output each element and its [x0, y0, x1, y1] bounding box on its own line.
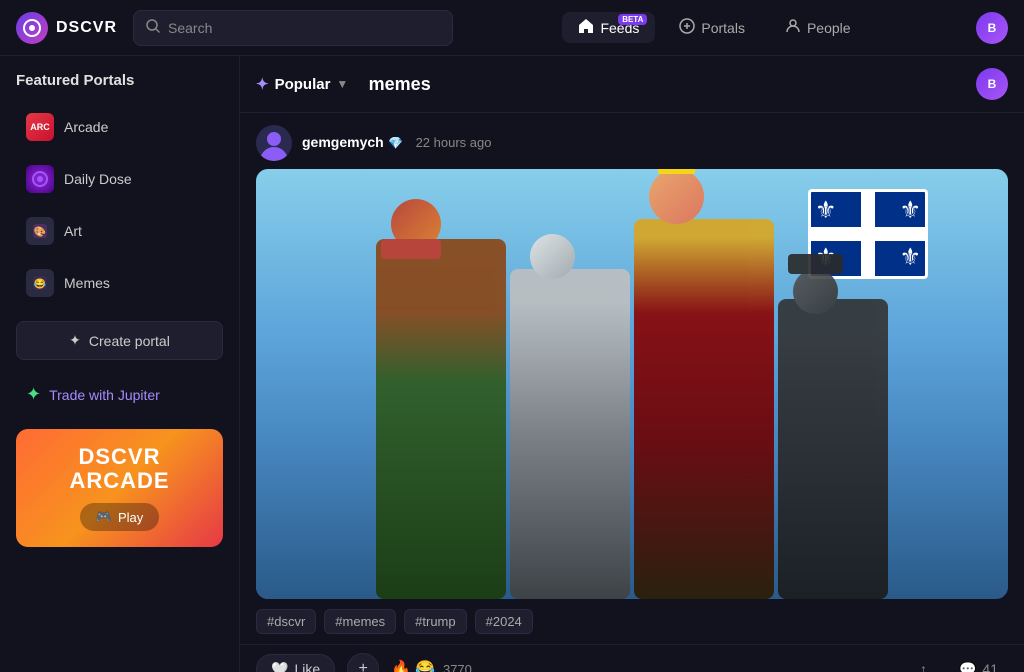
- add-reaction-button[interactable]: +: [347, 653, 379, 672]
- arcade-card[interactable]: DSCVR ARCADE 🎮 Play: [16, 429, 223, 547]
- nav-center: Feeds BETA Portals People: [469, 12, 960, 43]
- memes-icon: 😂: [26, 269, 54, 297]
- figure-3: [634, 219, 774, 599]
- figure-1: [376, 239, 506, 599]
- home-icon: [578, 18, 594, 37]
- post-header: ✦ Popular ▼ memes B: [240, 56, 1024, 113]
- trade-jupiter-text: Trade with Jupiter: [49, 387, 160, 403]
- logo-area[interactable]: DSCVR: [16, 12, 117, 44]
- portals-icon: [679, 18, 695, 37]
- meme-figures: [256, 212, 1008, 599]
- search-icon: [146, 19, 160, 36]
- sparkle-icon: ✦: [69, 332, 81, 349]
- sparkle-icon-filter: ✦: [256, 75, 269, 93]
- like-label: Like: [294, 661, 320, 672]
- create-portal-button[interactable]: ✦ Create portal: [16, 321, 223, 360]
- sidebar-title: Featured Portals: [16, 72, 223, 89]
- figure-4: [778, 299, 888, 599]
- share-button[interactable]: ↑: [910, 655, 937, 672]
- memes-label: Memes: [64, 275, 110, 291]
- comment-button[interactable]: 💬 41: [949, 655, 1008, 672]
- reaction-count: 3770: [443, 662, 472, 672]
- post-image: ⚜ ⚜ ⚜ ⚜: [256, 169, 1008, 599]
- post-card: gemgemych 💎 22 hours ago ⚜ ⚜: [240, 113, 1024, 672]
- comment-icon: 💬: [959, 661, 976, 672]
- post-time: 22 hours ago: [416, 135, 492, 150]
- dscvr-logo-icon: [16, 12, 48, 44]
- like-button[interactable]: 🤍 Like: [256, 654, 335, 672]
- logo-text: DSCVR: [56, 19, 117, 37]
- nav-item-feeds[interactable]: Feeds BETA: [562, 12, 655, 43]
- beta-badge: BETA: [618, 14, 647, 25]
- arcade-label: Arcade: [64, 119, 108, 135]
- art-label: Art: [64, 223, 82, 239]
- nav-item-people[interactable]: People: [769, 12, 867, 43]
- tag-dscvr[interactable]: #dscvr: [256, 609, 316, 634]
- post-tags: #dscvr #memes #trump #2024: [240, 599, 1024, 644]
- sidebar: Featured Portals ARC Arcade Daily Dose: [0, 56, 240, 672]
- people-icon: [785, 18, 801, 37]
- tag-trump[interactable]: #trump: [404, 609, 466, 634]
- share-icon: ↑: [920, 661, 927, 672]
- user-avatar[interactable]: B: [976, 12, 1008, 44]
- main-layout: Featured Portals ARC Arcade Daily Dose: [0, 56, 1024, 672]
- daily-dose-icon: [26, 165, 54, 193]
- chevron-down-icon: ▼: [336, 77, 348, 91]
- arcade-icon: ARC: [26, 113, 54, 141]
- action-left: 🤍 Like + 🔥 😂 3770: [256, 653, 472, 672]
- sidebar-item-art[interactable]: 🎨 Art: [16, 209, 223, 253]
- search-placeholder: Search: [168, 20, 212, 36]
- portals-label: Portals: [701, 20, 745, 36]
- laugh-emoji: 😂: [415, 659, 435, 672]
- arcade-card-title: DSCVR ARCADE: [32, 445, 207, 493]
- art-icon: 🎨: [26, 217, 54, 245]
- svg-text:🎨: 🎨: [34, 225, 46, 238]
- feed-user-avatar[interactable]: B: [976, 68, 1008, 100]
- create-portal-label: Create portal: [89, 333, 170, 349]
- fire-emoji: 🔥: [391, 659, 411, 672]
- sidebar-item-memes[interactable]: 😂 Memes: [16, 261, 223, 305]
- nav-item-portals[interactable]: Portals: [663, 12, 761, 43]
- post-author-name: gemgemych: [302, 134, 384, 150]
- emoji-reactions: 🔥 😂 3770: [391, 659, 472, 672]
- action-right: ↑ 💬 41: [910, 655, 1008, 672]
- nav-right: B: [976, 12, 1008, 44]
- play-label: Play: [118, 510, 143, 525]
- arcade-play-button[interactable]: 🎮 Play: [80, 503, 159, 531]
- content-area: ✦ Popular ▼ memes B gemgemych 💎: [240, 56, 1024, 672]
- tag-2024[interactable]: #2024: [475, 609, 533, 634]
- heart-icon: 🤍: [271, 661, 288, 672]
- tag-memes[interactable]: #memes: [324, 609, 396, 634]
- post-author-avatar: [256, 125, 292, 161]
- post-actions: 🤍 Like + 🔥 😂 3770 ↑: [240, 644, 1024, 672]
- play-icon: 🎮: [96, 509, 112, 525]
- figure-2: [510, 269, 630, 599]
- feed-filter[interactable]: ✦ Popular ▼ memes: [256, 74, 431, 95]
- post-author-info: gemgemych 💎 22 hours ago: [302, 134, 491, 152]
- post-image-container: ⚜ ⚜ ⚜ ⚜: [256, 169, 1008, 599]
- topnav: DSCVR Search Feeds BETA: [0, 0, 1024, 56]
- sidebar-item-daily-dose[interactable]: Daily Dose: [16, 157, 223, 201]
- comment-count: 41: [982, 661, 998, 672]
- daily-dose-label: Daily Dose: [64, 171, 132, 187]
- jupiter-icon: ✦: [26, 384, 41, 405]
- sidebar-item-arcade[interactable]: ARC Arcade: [16, 105, 223, 149]
- svg-text:😂: 😂: [34, 278, 47, 290]
- verified-icon: 💎: [388, 136, 403, 150]
- category-label: memes: [369, 74, 431, 95]
- trade-jupiter-link[interactable]: ✦ Trade with Jupiter: [16, 376, 223, 413]
- plus-icon: +: [358, 660, 367, 672]
- post-meta: gemgemych 💎 22 hours ago: [240, 113, 1024, 169]
- people-label: People: [807, 20, 851, 36]
- filter-label: Popular: [275, 76, 331, 93]
- search-bar[interactable]: Search: [133, 10, 453, 46]
